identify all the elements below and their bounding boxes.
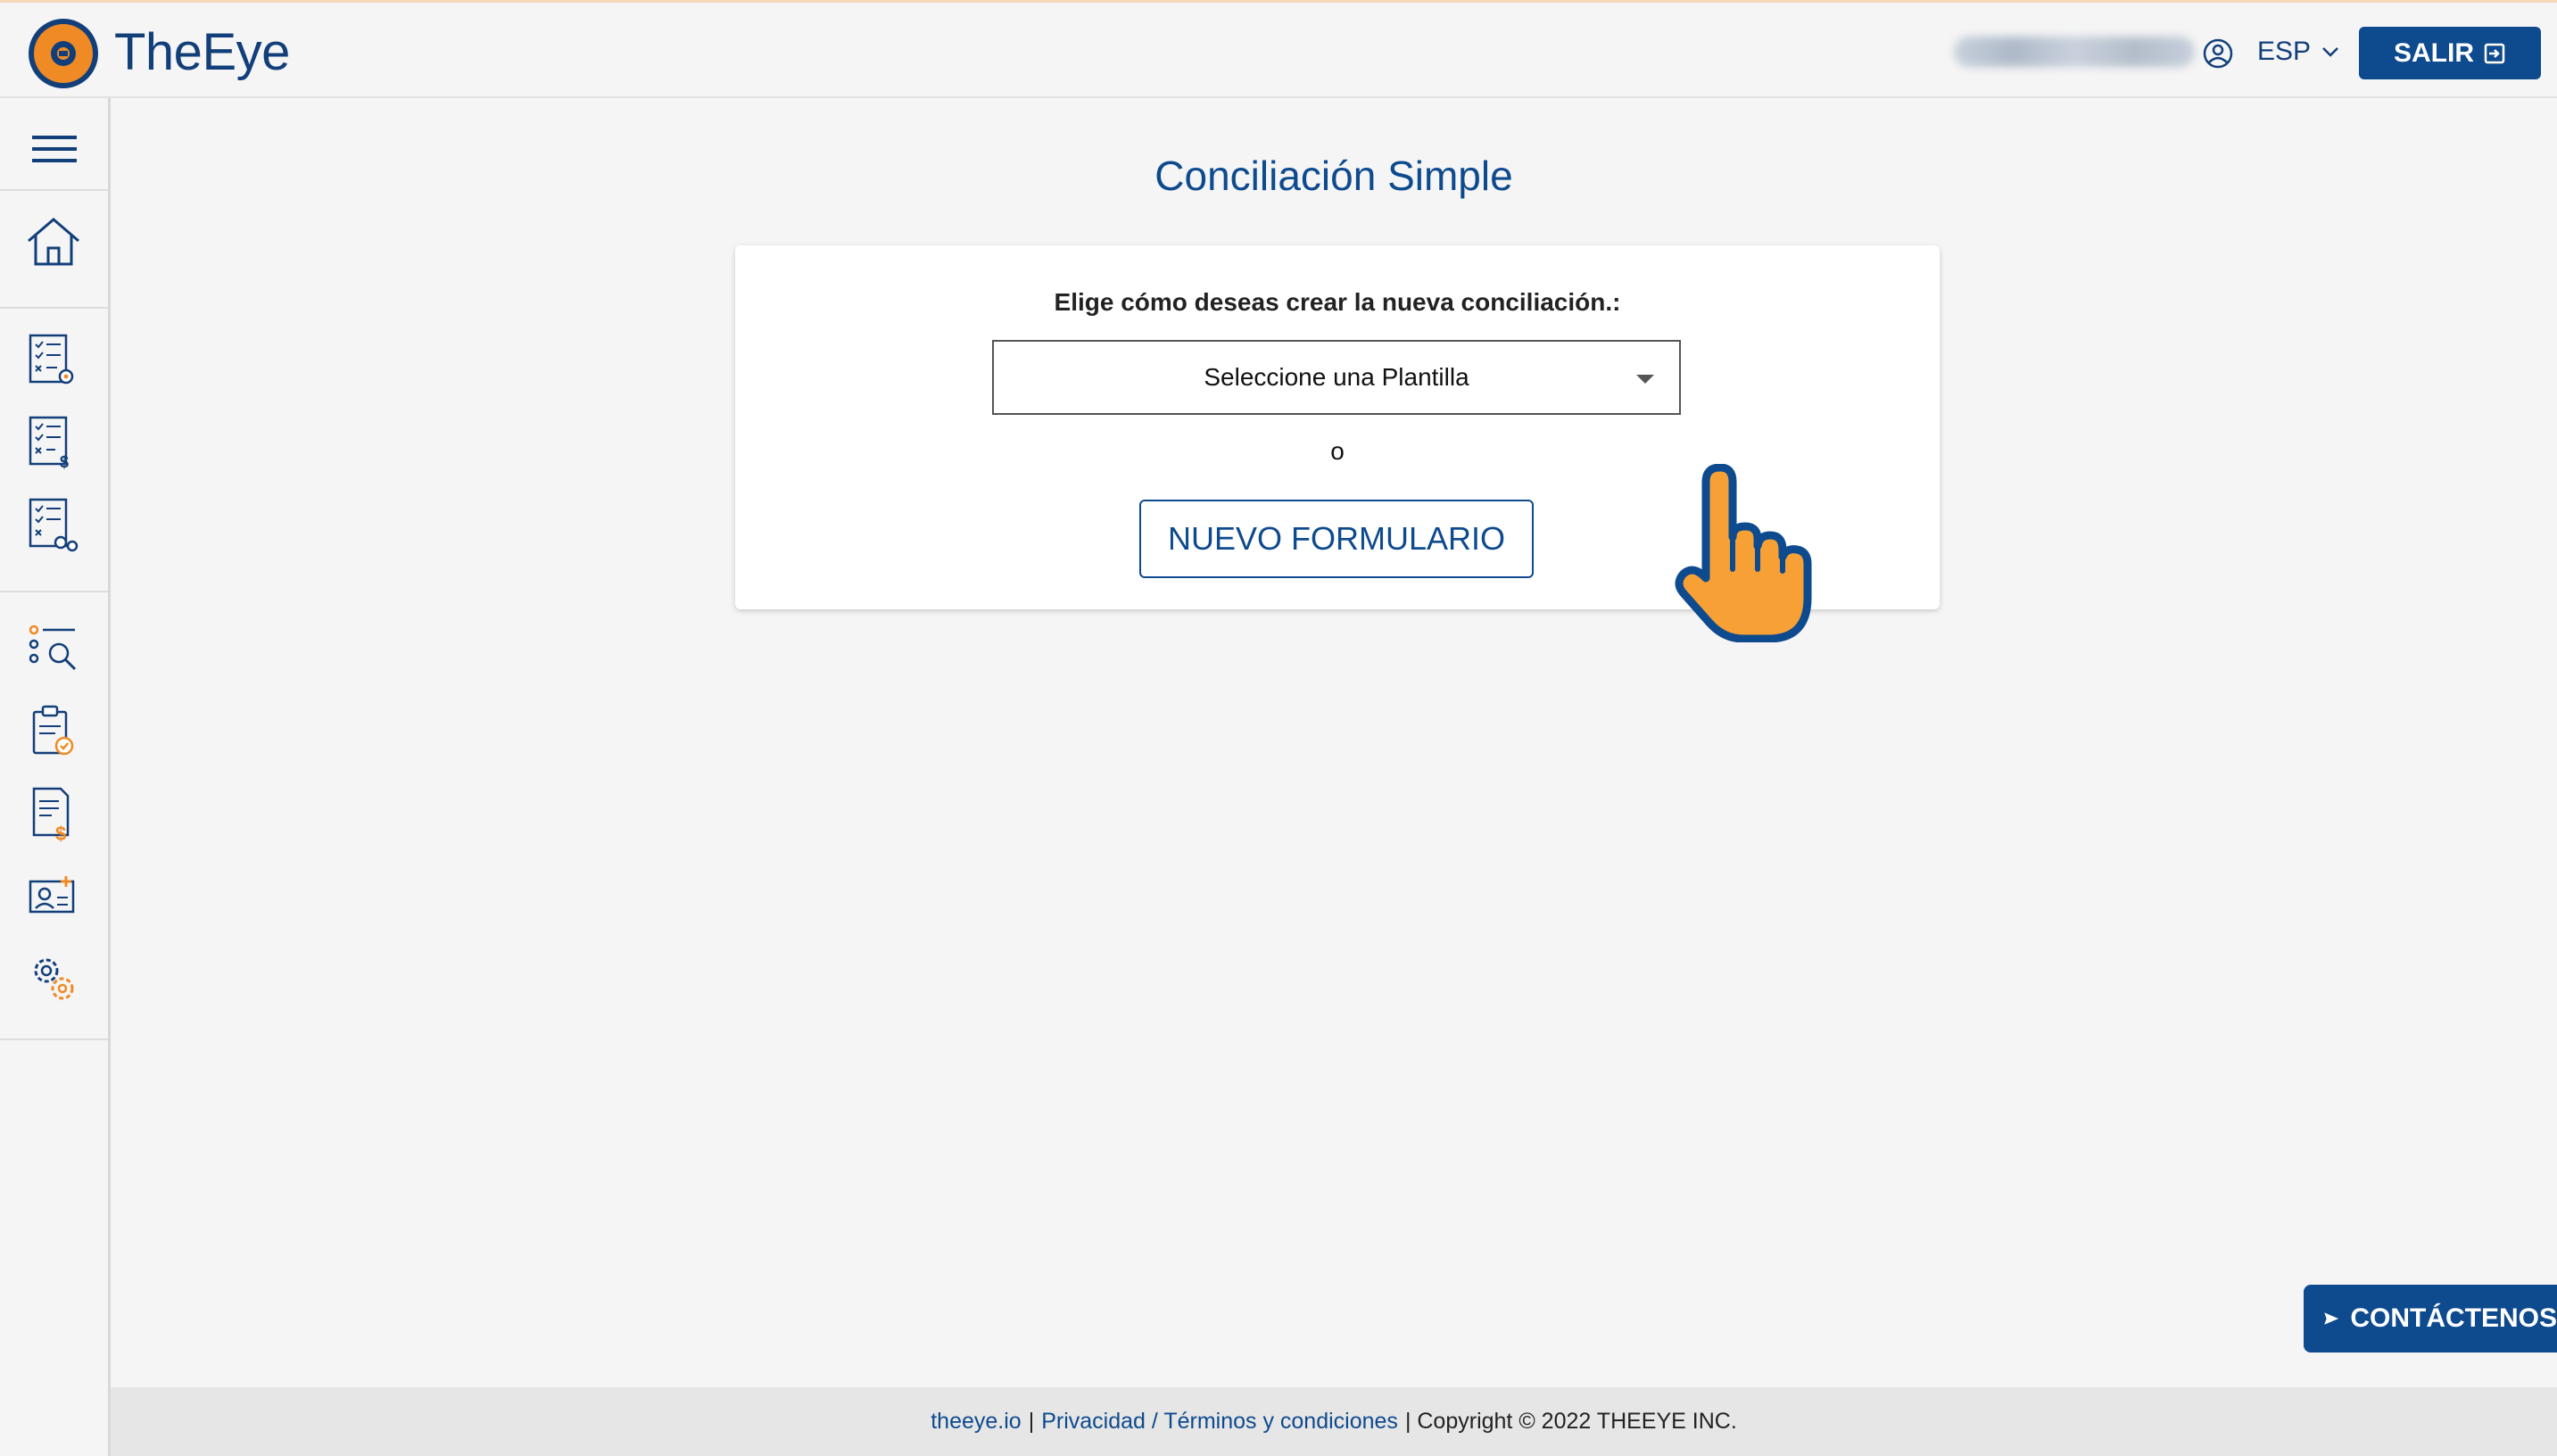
hand-pointer-icon bbox=[1675, 464, 1812, 642]
gears-icon[interactable] bbox=[25, 949, 82, 1006]
svg-text:$: $ bbox=[60, 453, 69, 471]
chevron-down-icon bbox=[2322, 47, 2338, 57]
contact-label: CONTÁCTENOS bbox=[2350, 1303, 2557, 1333]
sidebar: $ $ bbox=[0, 98, 111, 1456]
user-email-blurred bbox=[1954, 37, 2195, 67]
top-bar: TheEye ESP SALIR bbox=[0, 3, 2557, 98]
checklist-settings-icon[interactable] bbox=[25, 332, 82, 389]
or-separator: o bbox=[1330, 437, 1345, 465]
contact-add-icon[interactable] bbox=[25, 867, 82, 924]
logout-label: SALIR bbox=[2394, 37, 2474, 68]
dropdown-caret-icon bbox=[1636, 375, 1654, 384]
new-form-button[interactable]: NUEVO FORMULARIO bbox=[1139, 500, 1534, 578]
language-label: ESP bbox=[2257, 37, 2312, 66]
card-prompt: Elige cómo deseas crear la nueva concili… bbox=[1054, 288, 1621, 316]
list-search-icon[interactable] bbox=[25, 621, 82, 678]
document-dollar-icon[interactable]: $ bbox=[25, 785, 82, 842]
contact-button[interactable]: CONTÁCTENOS bbox=[2304, 1285, 2557, 1353]
privacy-terms-link[interactable]: Privacidad / Términos y condiciones bbox=[1041, 1409, 1398, 1435]
menu-icon[interactable] bbox=[32, 134, 77, 164]
page-title: Conciliación Simple bbox=[1154, 153, 1513, 199]
user-account-icon[interactable] bbox=[2202, 37, 2234, 70]
theeye-logo-icon[interactable] bbox=[27, 17, 100, 90]
checklist-dollar-icon[interactable]: $ bbox=[25, 414, 82, 471]
send-icon bbox=[2324, 1312, 2339, 1325]
clipboard-check-icon[interactable] bbox=[25, 703, 82, 760]
sidebar-divider bbox=[0, 307, 108, 309]
template-select[interactable]: Seleccione una Plantilla bbox=[992, 340, 1681, 415]
site-link[interactable]: theeye.io bbox=[931, 1409, 1021, 1435]
logout-icon bbox=[2484, 43, 2505, 63]
logout-button[interactable]: SALIR bbox=[2359, 27, 2541, 79]
language-selector[interactable]: ESP bbox=[2257, 37, 2339, 67]
home-icon[interactable] bbox=[25, 214, 82, 271]
template-select-value: Seleccione una Plantilla bbox=[1204, 363, 1469, 391]
footer-separator: | bbox=[1028, 1409, 1035, 1434]
copyright-text: | Copyright © 2022 THEEYE INC. bbox=[1404, 1409, 1737, 1434]
app-name: TheEye bbox=[114, 23, 290, 81]
checklist-gears-icon[interactable] bbox=[25, 496, 82, 553]
sidebar-divider bbox=[0, 591, 108, 592]
sidebar-divider bbox=[0, 1038, 108, 1040]
svg-text:$: $ bbox=[55, 823, 66, 842]
main-content: Conciliación Simple Elige cómo deseas cr… bbox=[111, 98, 2557, 1387]
sidebar-divider bbox=[0, 189, 108, 191]
footer: theeye.io | Privacidad / Términos y cond… bbox=[111, 1387, 2557, 1456]
